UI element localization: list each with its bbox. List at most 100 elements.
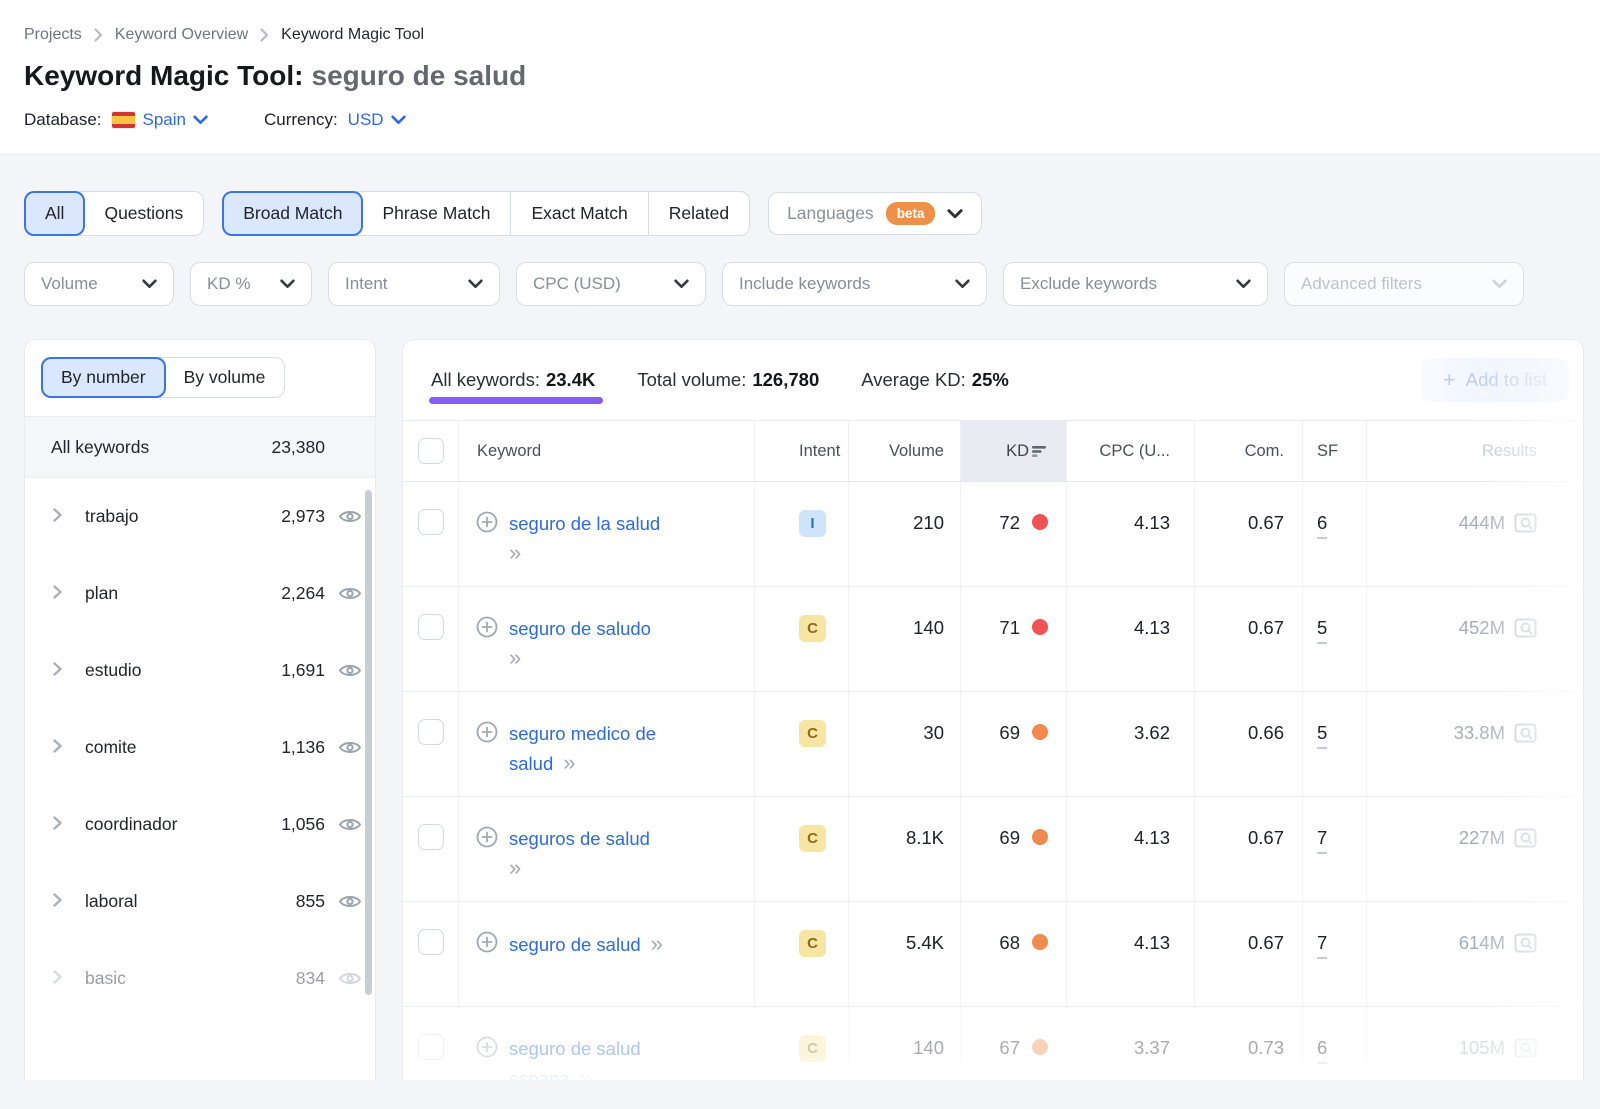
sidebar-item-plan[interactable]: plan 2,264 [25, 555, 375, 632]
intent-badge: C [799, 720, 826, 747]
sidebar-item-basic[interactable]: basic 834 [25, 940, 375, 1017]
database-selector[interactable]: Spain [143, 110, 208, 130]
expand-group-icon[interactable] [51, 737, 85, 758]
serp-features-count[interactable]: 5 [1317, 722, 1327, 749]
expand-group-icon[interactable] [51, 891, 85, 912]
page-title-main: Keyword Magic Tool: [24, 60, 304, 91]
keyword-link[interactable]: seguro de salud [509, 1034, 641, 1063]
column-header-cpc[interactable]: CPC (U... [1067, 421, 1195, 481]
serp-features-count[interactable]: 7 [1317, 827, 1327, 854]
filter-include-keywords[interactable]: Include keywords [722, 262, 987, 306]
breadcrumb-item-keyword-overview[interactable]: Keyword Overview [115, 26, 248, 44]
keyword-link[interactable]: seguros de salud [509, 824, 650, 853]
currency-selector[interactable]: USD [348, 110, 406, 130]
serp-features-count[interactable]: 6 [1317, 1037, 1327, 1064]
expand-keyword-icon[interactable]: » [563, 750, 574, 775]
expand-group-icon[interactable] [51, 583, 85, 604]
expand-keyword-icon[interactable]: » [651, 931, 662, 956]
filter-kd[interactable]: KD % [190, 262, 312, 306]
table-row: seguro medico desalud» C 30 69 3.62 0.66… [403, 692, 1583, 797]
serp-features-count[interactable]: 7 [1317, 932, 1327, 959]
column-header-intent[interactable]: Intent [755, 421, 849, 481]
expand-group-icon[interactable] [51, 814, 85, 835]
row-checkbox[interactable] [418, 614, 444, 640]
serp-features-count[interactable]: 6 [1317, 512, 1327, 539]
view-serp-button[interactable] [1514, 828, 1539, 854]
chevron-right-icon [51, 662, 64, 676]
expand-keyword-icon[interactable]: » [509, 643, 651, 672]
kd-value: 67 [999, 1007, 1020, 1059]
sidebar-item-trabajo[interactable]: trabajo 2,973 [25, 478, 375, 555]
row-checkbox[interactable] [418, 824, 444, 850]
add-keyword-button[interactable] [475, 510, 499, 586]
eye-icon [338, 816, 362, 833]
column-header-com[interactable]: Com. [1195, 421, 1303, 481]
tab-exact-match[interactable]: Exact Match [510, 192, 647, 235]
keyword-link[interactable]: seguro medico de [509, 719, 656, 748]
kd-difficulty-dot-icon [1032, 619, 1048, 635]
intent-badge: C [799, 825, 826, 852]
filter-volume[interactable]: Volume [24, 262, 174, 306]
filter-intent[interactable]: Intent [328, 262, 500, 306]
chevron-down-icon [1492, 279, 1507, 289]
view-serp-button[interactable] [1514, 618, 1539, 644]
group-label: coordinador [85, 814, 281, 835]
breadcrumb-separator-icon [260, 28, 269, 42]
keyword-link[interactable]: seguro de salud» [509, 929, 662, 959]
sidebar-item-estudio[interactable]: estudio 1,691 [25, 632, 375, 709]
sidebar-item-laboral[interactable]: laboral 855 [25, 863, 375, 940]
column-header-sf[interactable]: SF [1303, 421, 1367, 481]
add-keyword-button[interactable] [475, 825, 499, 901]
expand-group-icon[interactable] [51, 506, 85, 527]
view-serp-button[interactable] [1514, 723, 1539, 749]
keyword-link[interactable]: seguro de saludo [509, 614, 651, 643]
languages-dropdown[interactable]: Languages beta [768, 192, 982, 235]
toggle-by-volume[interactable]: By volume [165, 358, 285, 397]
column-header-kd[interactable]: KD [961, 421, 1067, 481]
row-checkbox[interactable] [418, 929, 444, 955]
tab-related[interactable]: Related [648, 192, 749, 235]
expand-group-icon[interactable] [51, 968, 85, 989]
tab-all[interactable]: All [24, 191, 85, 236]
sidebar-item-all-keywords[interactable]: All keywords 23,380 [25, 416, 375, 478]
expand-keyword-icon[interactable]: » [580, 1065, 591, 1080]
tab-phrase-match[interactable]: Phrase Match [362, 192, 510, 235]
filter-exclude-keywords[interactable]: Exclude keywords [1003, 262, 1268, 306]
expand-group-icon[interactable] [51, 660, 85, 681]
tab-questions[interactable]: Questions [84, 192, 203, 235]
filter-cpc-usd[interactable]: CPC (USD) [516, 262, 706, 306]
add-keyword-button[interactable] [475, 615, 499, 691]
chevron-right-icon [51, 508, 64, 522]
expand-keyword-icon[interactable]: » [509, 538, 660, 567]
sidebar-scrollbar[interactable] [365, 490, 372, 995]
column-header-results[interactable]: Results [1367, 421, 1583, 481]
expand-keyword-icon[interactable]: » [509, 853, 650, 882]
serp-features-count[interactable]: 5 [1317, 617, 1327, 644]
add-keyword-button[interactable] [475, 720, 499, 796]
view-serp-button[interactable] [1514, 933, 1539, 959]
sidebar-item-comite[interactable]: comite 1,136 [25, 709, 375, 786]
keyword-link[interactable]: seguro de la salud [509, 509, 660, 538]
filter-advanced-filters[interactable]: Advanced filters [1284, 262, 1524, 306]
toggle-by-number[interactable]: By number [41, 357, 166, 398]
keyword-link[interactable]: salud» [509, 748, 656, 778]
row-checkbox[interactable] [418, 509, 444, 535]
stat-value: 25% [972, 369, 1009, 390]
add-keyword-button[interactable] [475, 1035, 499, 1080]
view-serp-button[interactable] [1514, 513, 1539, 539]
keyword-link[interactable]: espana» [509, 1063, 641, 1080]
tab-broad-match[interactable]: Broad Match [222, 191, 363, 236]
view-serp-button[interactable] [1514, 1038, 1539, 1064]
row-checkbox[interactable] [418, 1034, 444, 1060]
breadcrumb-item-keyword-magic-tool[interactable]: Keyword Magic Tool [281, 26, 424, 44]
group-label: comite [85, 737, 281, 758]
column-header-volume[interactable]: Volume [849, 421, 961, 481]
row-checkbox[interactable] [418, 719, 444, 745]
column-header-keyword[interactable]: Keyword [459, 421, 755, 481]
add-to-list-button[interactable]: + Add to list [1421, 358, 1569, 402]
breadcrumb-item-projects[interactable]: Projects [24, 26, 82, 44]
sidebar-item-coordinador[interactable]: coordinador 1,056 [25, 786, 375, 863]
select-all-checkbox[interactable] [418, 438, 444, 464]
chevron-right-icon [51, 739, 64, 753]
add-keyword-button[interactable] [475, 930, 499, 1006]
